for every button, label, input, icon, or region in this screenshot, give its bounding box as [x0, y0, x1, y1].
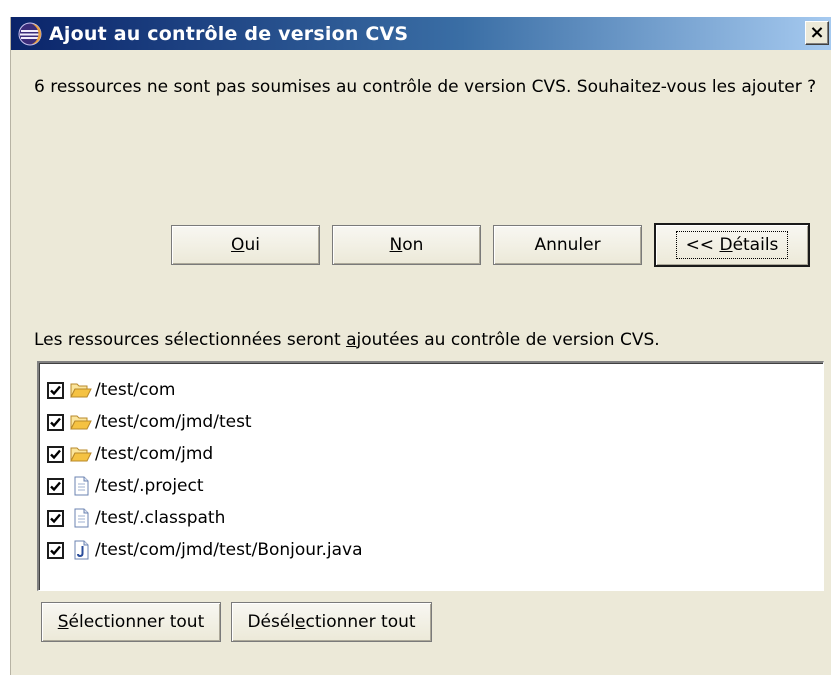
file-icon [74, 476, 89, 496]
item-path: /test/com/jmd/test/Bonjour.java [95, 540, 363, 560]
item-checkbox[interactable] [47, 445, 64, 463]
checkmark-icon [50, 513, 61, 523]
selection-description: Les ressources sélectionnées seront ajou… [34, 330, 660, 350]
list-item[interactable]: /test/com/jmd [47, 439, 213, 469]
item-path: /test/com [95, 380, 176, 400]
cancel-button-label: Annuler [534, 235, 601, 255]
deselect-all-button[interactable]: Désélectionner tout [231, 602, 432, 642]
item-path: /test/.project [95, 476, 204, 496]
item-checkbox[interactable] [47, 477, 64, 495]
item-path: /test/com/jmd/test [95, 412, 252, 432]
list-item[interactable]: /test/com [47, 375, 175, 405]
close-icon: × [809, 22, 825, 43]
no-button[interactable]: Non [332, 225, 481, 265]
checkmark-icon [50, 545, 61, 555]
dialog-title: Ajout au contrôle de version CVS [49, 22, 409, 45]
list-item[interactable]: /test/.project [47, 471, 204, 501]
select-all-button[interactable]: Sélectionner tout [41, 602, 221, 642]
yes-button[interactable]: Oui [171, 225, 320, 265]
details-button-label: << Détails [675, 231, 789, 259]
checkmark-icon [50, 449, 61, 459]
folder-open-icon [70, 447, 92, 462]
java-file-icon [74, 540, 89, 560]
list-item[interactable]: /test/.classpath [47, 503, 225, 533]
no-button-label: Non [389, 235, 424, 255]
item-path: /test/com/jmd [95, 444, 214, 464]
eclipse-app-icon [18, 22, 42, 45]
checkmark-icon [50, 417, 61, 427]
list-item[interactable]: /test/com/jmd/test [47, 407, 252, 437]
checkmark-icon [50, 385, 61, 395]
title-bar[interactable]: Ajout au contrôle de version CVS × [11, 17, 831, 50]
dialog-message: 6 ressources ne sont pas soumises au con… [34, 77, 817, 97]
dialog-window: Ajout au contrôle de version CVS × 6 res… [10, 17, 831, 675]
checkmark-icon [50, 481, 61, 491]
file-icon [74, 508, 89, 528]
cancel-button[interactable]: Annuler [493, 225, 642, 265]
folder-open-icon [70, 415, 92, 430]
yes-button-label: Oui [231, 235, 260, 255]
close-button[interactable]: × [805, 21, 829, 45]
list-item[interactable]: /test/com/jmd/test/Bonjour.java [47, 535, 363, 565]
select-all-label: Sélectionner tout [57, 612, 205, 632]
item-checkbox[interactable] [47, 509, 64, 527]
item-checkbox[interactable] [47, 381, 64, 399]
resource-list[interactable]: /test/com /test/com/jmd/test /test/com/j… [37, 361, 824, 591]
details-button[interactable]: << Détails [654, 223, 810, 267]
item-path: /test/.classpath [95, 508, 226, 528]
deselect-all-label: Désélectionner tout [247, 612, 416, 632]
item-checkbox[interactable] [47, 541, 64, 559]
item-checkbox[interactable] [47, 413, 64, 431]
folder-open-icon [70, 383, 92, 398]
